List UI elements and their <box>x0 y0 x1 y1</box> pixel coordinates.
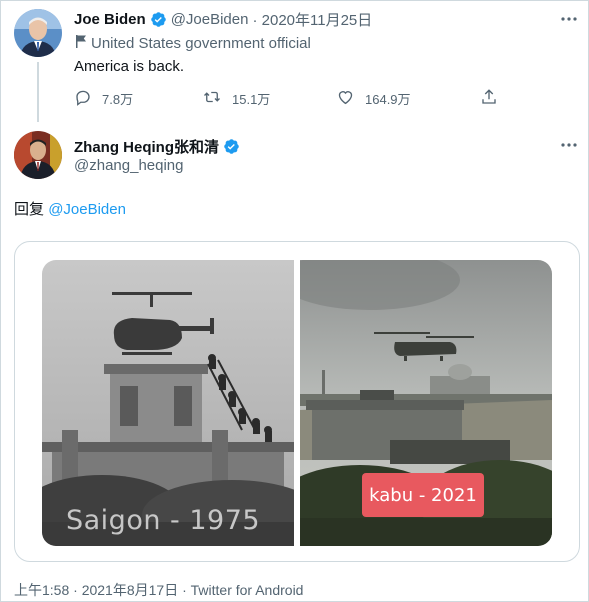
like-icon <box>336 88 355 109</box>
original-tweet-header: Joe Biden @JoeBiden · 2020年11月25日 <box>74 9 372 29</box>
reply-icon <box>74 88 92 109</box>
image-left-caption: Saigon - 1975 <box>66 505 261 536</box>
saigon-photo[interactable] <box>42 260 294 546</box>
thread-connector <box>37 62 39 122</box>
like-button[interactable]: 164.9万 <box>336 88 411 109</box>
retweet-button[interactable]: 15.1万 <box>202 88 270 109</box>
gov-label-row: United States government official <box>75 33 311 53</box>
retweet-count: 15.1万 <box>232 92 271 107</box>
like-count: 164.9万 <box>365 92 411 107</box>
image-right-caption: kabu - 2021 <box>362 473 484 517</box>
replying-to: 回复 @JoeBiden <box>14 198 126 219</box>
reply-tweet-header: Zhang Heqing张和清 <box>74 136 244 156</box>
tweet-actions: 7.8万 15.1万 164.9万 <box>74 88 504 110</box>
more-icon[interactable] <box>558 8 580 30</box>
tweet-timestamp[interactable]: 上午1:58 · 2021年8月17日 · Twitter for Androi… <box>14 580 303 600</box>
flag-icon <box>75 34 87 53</box>
tweet-date[interactable]: · 2020年11月25日 <box>252 9 372 30</box>
reply-prefix: 回复 <box>14 201 45 218</box>
share-icon <box>480 88 498 109</box>
reply-count: 7.8万 <box>102 92 134 107</box>
reply-author-handle[interactable]: @zhang_heqing <box>74 157 183 174</box>
reply-mention-link[interactable]: @JoeBiden <box>48 201 126 218</box>
author-handle[interactable]: @JoeBiden <box>171 11 249 28</box>
reply-author-name[interactable]: Zhang Heqing张和清 <box>74 136 219 157</box>
original-tweet-text: America is back. <box>74 58 185 75</box>
more-icon[interactable] <box>558 134 580 156</box>
reply-button[interactable]: 7.8万 <box>74 88 133 109</box>
biden-avatar[interactable] <box>14 9 62 57</box>
zhang-avatar[interactable] <box>14 131 62 179</box>
gov-label: United States government official <box>91 34 311 52</box>
retweet-icon <box>202 88 222 109</box>
author-name[interactable]: Joe Biden <box>74 11 146 28</box>
verified-badge-icon <box>223 138 240 155</box>
verified-badge-icon <box>150 11 167 28</box>
share-button[interactable] <box>480 88 498 109</box>
